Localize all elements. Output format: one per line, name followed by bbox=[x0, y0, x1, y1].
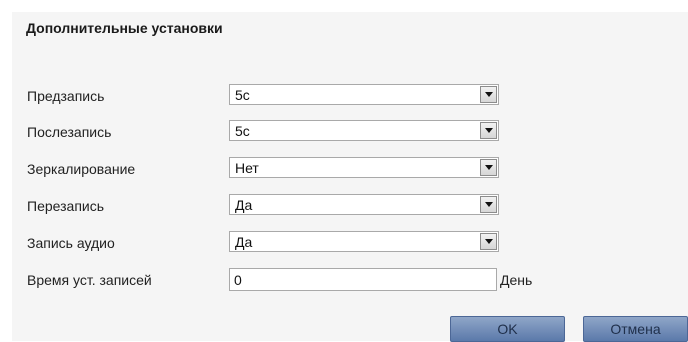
mirroring-value: Нет bbox=[235, 160, 259, 176]
pre-record-label: Предзапись bbox=[27, 88, 105, 104]
panel-title: Дополнительные установки bbox=[26, 20, 223, 36]
post-record-select[interactable]: 5с bbox=[229, 120, 499, 141]
mirroring-label: Зеркалирование bbox=[27, 161, 136, 177]
cancel-button[interactable]: Отмена bbox=[583, 316, 688, 342]
retention-input[interactable] bbox=[229, 268, 497, 291]
post-record-label: Послезапись bbox=[27, 124, 112, 140]
overwrite-value: Да bbox=[235, 197, 253, 213]
chevron-down-icon[interactable] bbox=[480, 86, 497, 103]
overwrite-label: Перезапись bbox=[27, 198, 105, 214]
chevron-down-icon[interactable] bbox=[480, 159, 497, 176]
post-record-value: 5с bbox=[235, 123, 250, 139]
retention-unit: День bbox=[500, 272, 533, 288]
audio-record-select[interactable]: Да bbox=[229, 231, 499, 252]
pre-record-value: 5с bbox=[235, 87, 250, 103]
advanced-settings-panel: Дополнительные установки Предзапись 5с П… bbox=[12, 12, 688, 342]
chevron-down-icon[interactable] bbox=[480, 122, 497, 139]
pre-record-select[interactable]: 5с bbox=[229, 84, 499, 105]
retention-label: Время уст. записей bbox=[27, 272, 152, 288]
overwrite-select[interactable]: Да bbox=[229, 194, 499, 215]
mirroring-select[interactable]: Нет bbox=[229, 157, 499, 178]
ok-button[interactable]: OK bbox=[450, 316, 565, 342]
chevron-down-icon[interactable] bbox=[480, 233, 497, 250]
chevron-down-icon[interactable] bbox=[480, 196, 497, 213]
audio-record-label: Запись аудио bbox=[27, 235, 115, 251]
audio-record-value: Да bbox=[235, 234, 253, 250]
